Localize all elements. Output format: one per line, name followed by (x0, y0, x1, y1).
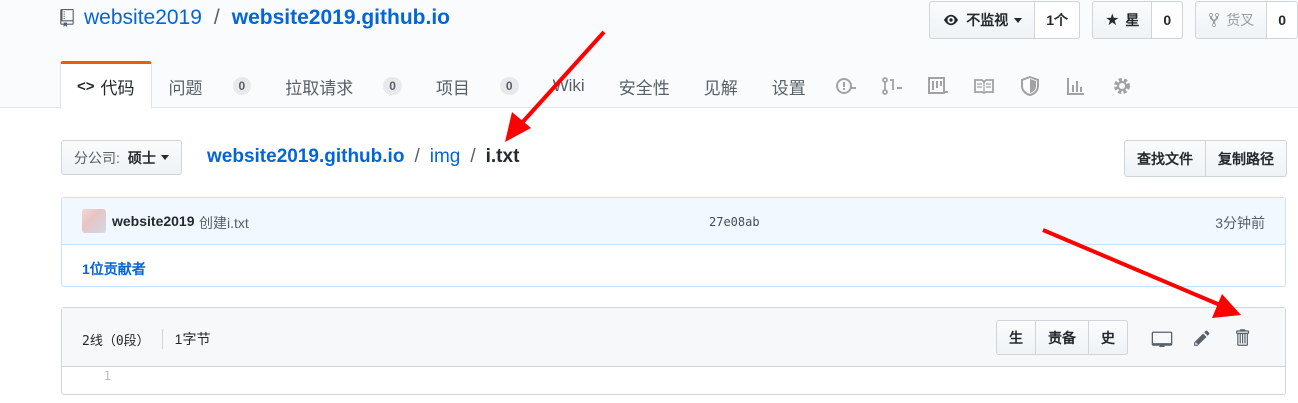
fork-icon (1209, 12, 1220, 28)
issues-counter: 0 (232, 77, 252, 95)
commit-author-link[interactable]: website2019 (112, 213, 195, 229)
watch-group: 不监视 1个 (929, 1, 1081, 39)
breadcrumb-root-link[interactable]: website2019.github.io (207, 146, 404, 168)
file-box: 2线（0段） 1字节 生 责备 史 1 (61, 307, 1286, 395)
file-info-divider (161, 329, 163, 349)
fork-label: 货叉 (1226, 12, 1255, 28)
repo-title: website2019 / website2019.github.io (60, 6, 450, 30)
tab-wiki-label: Wiki (552, 76, 585, 95)
file-navigation: 分公司: 硕士 website2019.github.io / img / i.… (61, 140, 1287, 177)
line-number[interactable]: 1 (62, 369, 117, 383)
branch-select-button[interactable]: 分公司: 硕士 (61, 140, 182, 175)
shield-icon (1020, 76, 1039, 96)
pull-request-icon (881, 77, 902, 95)
tab-wiki[interactable]: Wiki (536, 61, 602, 109)
star-label: 星 (1125, 12, 1140, 28)
eye-icon (944, 14, 959, 26)
tab-projects-label: 项目 (435, 78, 470, 98)
tab-code-label: 代码 (100, 78, 135, 98)
file-line-count: 2线（0段） (82, 333, 150, 349)
fork-count[interactable]: 0 (1267, 1, 1298, 39)
star-button[interactable]: ★ 星 (1092, 1, 1153, 39)
nav-settings-shortcut[interactable] (1099, 61, 1145, 109)
history-button[interactable]: 史 (1089, 320, 1128, 355)
repo-icon (60, 9, 74, 27)
commit-sha-link[interactable]: 27e08ab (709, 215, 760, 229)
nav-issue-shortcut[interactable] (823, 61, 869, 109)
file-info: 2线（0段） 1字节 (82, 329, 210, 349)
breadcrumb-current-file: i.txt (485, 146, 520, 167)
fork-group: 货叉 0 (1195, 1, 1298, 39)
repo-header: website2019 / website2019.github.io 不监视 … (0, 0, 1298, 109)
blame-button[interactable]: 责备 (1036, 320, 1089, 355)
graph-icon (1066, 78, 1084, 95)
commit-header: website2019 创建i.txt 27e08ab 3分钟前 (62, 198, 1285, 245)
nav-security-shortcut[interactable] (1007, 61, 1053, 109)
tab-security[interactable]: 安全性 (602, 61, 687, 109)
issue-icon (835, 78, 856, 94)
tab-insights[interactable]: 见解 (687, 61, 755, 109)
watch-button[interactable]: 不监视 (929, 1, 1036, 39)
nav-insights-shortcut[interactable] (1053, 61, 1099, 109)
commit-tease: website2019 创建i.txt 27e08ab 3分钟前 1位贡献者 (61, 197, 1286, 287)
tab-projects[interactable]: 项目 0 (419, 61, 536, 109)
watch-count[interactable]: 1个 (1035, 1, 1081, 39)
copy-path-button[interactable]: 复制路径 (1206, 140, 1287, 177)
file-nav-actions: 查找文件 复制路径 (1124, 140, 1287, 177)
tab-security-label: 安全性 (618, 78, 670, 98)
tab-insights-label: 见解 (703, 78, 738, 98)
nav-project-shortcut[interactable] (915, 61, 961, 109)
wiki-icon (973, 79, 994, 95)
breadcrumb: website2019.github.io / img / i.txt (207, 146, 519, 168)
nav-wiki-shortcut[interactable] (961, 61, 1007, 109)
star-count[interactable]: 0 (1152, 1, 1184, 39)
tab-settings-label: 设置 (771, 78, 806, 98)
tab-settings[interactable]: 设置 (755, 61, 823, 109)
trash-icon[interactable] (1231, 327, 1253, 349)
desktop-icon[interactable] (1151, 327, 1173, 349)
repo-owner-link[interactable]: website2019 (84, 6, 202, 30)
chevron-down-icon (1014, 17, 1023, 23)
contributors-link[interactable]: 1位贡献者 (82, 259, 146, 279)
commit-time: 3分钟前 (1215, 215, 1265, 231)
repo-nav: <> 代码 问题 0 拉取请求 0 项目 0 Wiki 安全性 见解 设置 (60, 61, 1145, 109)
project-icon (927, 77, 948, 94)
find-file-button[interactable]: 查找文件 (1124, 140, 1206, 177)
star-group: ★ 星 0 (1092, 1, 1184, 39)
tab-issues-label: 问题 (168, 78, 203, 98)
star-icon: ★ (1105, 12, 1120, 29)
fork-button[interactable]: 货叉 (1195, 1, 1268, 39)
tab-issues[interactable]: 问题 0 (152, 61, 269, 109)
raw-button[interactable]: 生 (996, 320, 1036, 355)
watch-label: 不监视 (966, 12, 1009, 28)
gear-icon (1113, 78, 1130, 94)
repo-actions: 不监视 1个 ★ 星 0 货叉 0 (929, 1, 1298, 39)
commit-message-link[interactable]: 创建i.txt (199, 213, 249, 233)
avatar[interactable] (82, 209, 106, 233)
code-icon: <> (77, 77, 95, 95)
tab-code[interactable]: <> 代码 (60, 61, 152, 109)
repo-name-link[interactable]: website2019.github.io (232, 6, 450, 30)
pulls-counter: 0 (383, 77, 402, 95)
tab-pull-requests[interactable]: 拉取请求 0 (268, 61, 419, 109)
nav-pr-shortcut[interactable] (869, 61, 915, 109)
tab-pulls-label: 拉取请求 (285, 78, 354, 98)
branch-label: 分公司: (74, 149, 120, 166)
file-view-buttons: 生 责备 史 (996, 320, 1128, 355)
chevron-down-icon (160, 155, 169, 160)
breadcrumb-dir-link[interactable]: img (430, 146, 461, 168)
pencil-icon[interactable] (1191, 327, 1213, 349)
breadcrumb-separator: / (470, 146, 476, 167)
file-actions: 生 责备 史 (996, 320, 1262, 355)
file-header: 2线（0段） 1字节 生 责备 史 (62, 308, 1285, 367)
breadcrumb-separator: / (414, 146, 420, 167)
projects-counter: 0 (499, 77, 519, 95)
repo-title-separator: / (213, 6, 220, 29)
branch-value: 硕士 (127, 149, 156, 166)
file-size: 1字节 (174, 331, 211, 347)
